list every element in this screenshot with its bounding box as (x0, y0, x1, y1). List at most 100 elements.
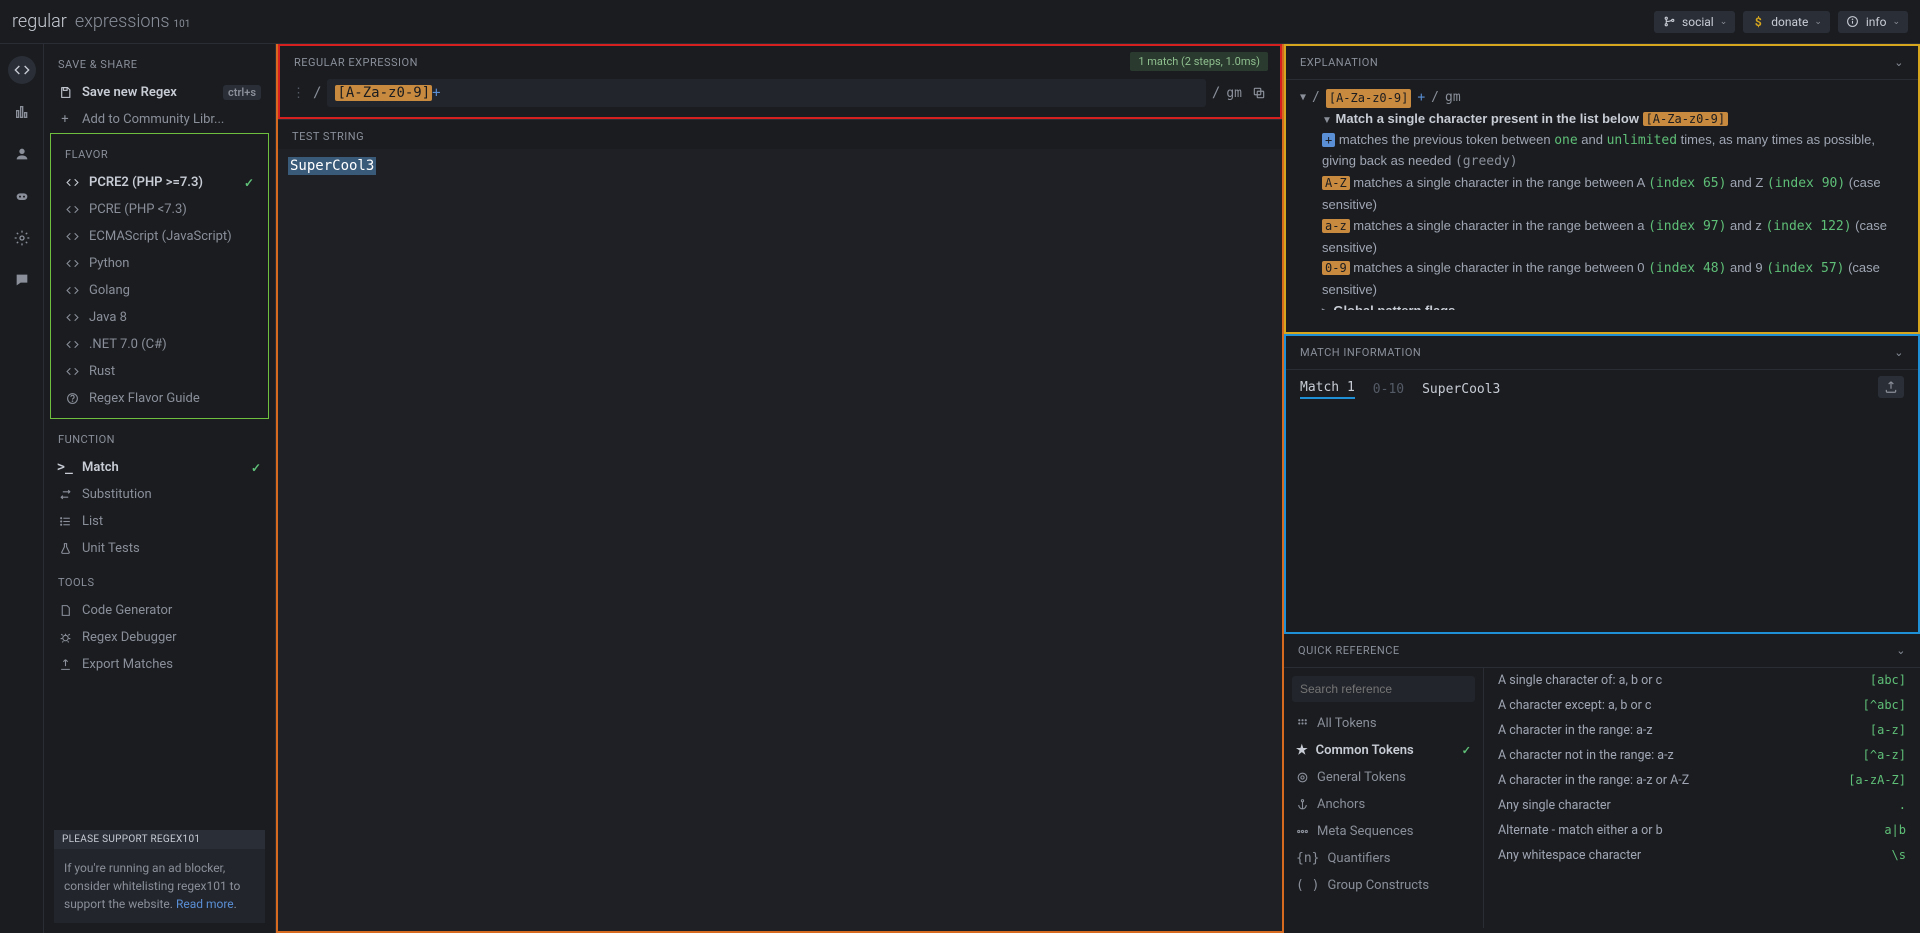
cat-label: Common Tokens (1316, 743, 1414, 758)
flavor-header: FLAVOR (51, 134, 268, 169)
quickref-cat-all-tokens[interactable]: All Tokens (1284, 710, 1483, 737)
expl-class-token: [A-Za-z0-9] (1643, 112, 1728, 126)
quickref-item[interactable]: A single character of: a, b or c[abc] (1484, 668, 1920, 693)
quickref-item[interactable]: Alternate - match either a or ba|b (1484, 818, 1920, 843)
save-item-save-new-regex[interactable]: Save new Regex ctrl+s (44, 79, 275, 106)
quickref-cat-general-tokens[interactable]: General Tokens (1284, 764, 1483, 791)
quickref-cat-quantifiers[interactable]: {n} Quantifiers (1284, 845, 1483, 872)
regex-input[interactable]: [A-Za-z0-9]+ (327, 79, 1205, 107)
qr-item-code: \s (1892, 848, 1906, 863)
quickref-item[interactable]: Any whitespace character\s (1484, 843, 1920, 868)
main-area: REGULAR EXPRESSION ⋮ / [A-Za-z0-9]+ / gm… (276, 44, 1284, 933)
regex-flags[interactable]: gm (1226, 86, 1242, 101)
match-label[interactable]: Match 1 (1300, 380, 1355, 399)
item-label: Python (89, 256, 129, 271)
explanation-range-row: 0-9 matches a single character in the ra… (1300, 258, 1904, 301)
flavor-item-python[interactable]: Python (51, 250, 268, 277)
item-label: Save new Regex (82, 85, 177, 100)
function-item-unit-tests[interactable]: Unit Tests (44, 535, 275, 562)
tools-item-code-generator[interactable]: Code Generator (44, 597, 275, 624)
tree-caret-icon[interactable]: ▼ (1300, 90, 1306, 106)
test-string-input[interactable]: SuperCool3 (278, 149, 1282, 931)
flavor-item-ecmascript-javascript-[interactable]: ECMAScript (JavaScript) (51, 223, 268, 250)
flavor-item-rust[interactable]: Rust (51, 358, 268, 385)
explanation-collapse-icon[interactable]: ⌄ (1894, 56, 1904, 69)
match-info-collapse-icon[interactable]: ⌄ (1894, 346, 1904, 359)
function-item-list[interactable]: List (44, 508, 275, 535)
cat-label: Meta Sequences (1317, 824, 1413, 839)
cat-label: General Tokens (1317, 770, 1406, 785)
item-label: Rust (89, 364, 115, 379)
site-logo[interactable]: regular expressions 101 (12, 11, 190, 32)
copy-icon[interactable] (1248, 82, 1270, 104)
expl-plus-and: and (1578, 132, 1607, 147)
support-box: PLEASE SUPPORT REGEX101 If you're runnin… (54, 830, 265, 923)
quickref-item[interactable]: A character not in the range: a-z[^a-z] (1484, 743, 1920, 768)
iconbar-settings[interactable] (8, 224, 36, 252)
quickref-cat-group-constructs[interactable]: ( )Group Constructs (1284, 872, 1483, 899)
qr-item-label: A character in the range: a-z or A-Z (1498, 773, 1689, 788)
qr-item-code: . (1899, 798, 1906, 813)
dollar-icon: $ (1751, 15, 1765, 29)
flavor-item-pcre-php-7-3-[interactable]: PCRE (PHP <7.3) (51, 196, 268, 223)
iconbar-editor[interactable] (8, 56, 36, 84)
anchor-icon (1296, 798, 1309, 811)
export-matches-icon[interactable] (1878, 376, 1904, 398)
chevron-down-icon: ⌄ (1720, 17, 1728, 27)
social-dropdown[interactable]: social⌄ (1654, 11, 1735, 33)
save-item-add-to-community-libr-[interactable]: +Add to Community Libr... (44, 106, 275, 133)
flavor-item-regex-flavor-guide[interactable]: Regex Flavor Guide (51, 385, 268, 412)
tools-header: TOOLS (44, 562, 275, 597)
donate-dropdown[interactable]: $ donate ⌄ (1743, 11, 1830, 33)
info-dropdown[interactable]: info⌄ (1838, 11, 1908, 33)
range-token: A-Z (1322, 176, 1350, 190)
flavor-item-golang[interactable]: Golang (51, 277, 268, 304)
tools-item-export-matches[interactable]: Export Matches (44, 651, 275, 678)
quant-icon: {n} (1296, 851, 1319, 866)
range-token: 0-9 (1322, 261, 1350, 275)
function-item-match[interactable]: >_Match✓ (44, 454, 275, 481)
iconbar-chat[interactable] (8, 266, 36, 294)
quickref-collapse-icon[interactable]: ⌄ (1896, 644, 1906, 657)
expl-plus-one: one (1554, 133, 1577, 148)
quickref-panel: QUICK REFERENCE ⌄ All Tokens★Common Toke… (1284, 634, 1920, 933)
iconbar-library[interactable] (8, 98, 36, 126)
quickref-search-input[interactable] (1292, 676, 1475, 702)
expl-plus-unl: unlimited (1607, 133, 1677, 148)
explanation-range-row: a-z matches a single character in the ra… (1300, 216, 1904, 259)
flavor-item--net-7-0-c-[interactable]: .NET 7.0 (C#) (51, 331, 268, 358)
grip-icon[interactable]: ⋮ (290, 86, 307, 101)
function-item-substitution[interactable]: Substitution (44, 481, 275, 508)
support-link[interactable]: Read more (176, 897, 234, 911)
quickref-cat-common-tokens[interactable]: ★Common Tokens✓ (1284, 737, 1483, 764)
item-label: Export Matches (82, 657, 173, 672)
info-icon (1846, 15, 1860, 29)
keyboard-shortcut: ctrl+s (223, 85, 261, 100)
support-title: PLEASE SUPPORT REGEX101 (54, 830, 265, 849)
swap-icon (58, 488, 72, 502)
tools-item-regex-debugger[interactable]: Regex Debugger (44, 624, 275, 651)
logo-sub: 101 (174, 19, 191, 30)
flavor-item-java-8[interactable]: Java 8 (51, 304, 268, 331)
quickref-item[interactable]: A character in the range: a-z[a-z] (1484, 718, 1920, 743)
code-icon (65, 176, 79, 190)
grid-icon (1296, 717, 1309, 730)
chevron-down-icon: ⌄ (1814, 17, 1822, 27)
quickref-item[interactable]: A character except: a, b or c[^abc] (1484, 693, 1920, 718)
iconbar-account[interactable] (8, 140, 36, 168)
explanation-range-row: A-Z matches a single character in the ra… (1300, 173, 1904, 216)
tree-caret-icon[interactable]: ▶ (1322, 307, 1330, 310)
cat-label: Quantifiers (1327, 851, 1390, 866)
quickref-item[interactable]: A character in the range: a-z or A-Z[a-z… (1484, 768, 1920, 793)
quickref-cat-meta-sequences[interactable]: Meta Sequences (1284, 818, 1483, 845)
qr-item-code: [abc] (1870, 673, 1906, 688)
quickref-cat-anchors[interactable]: Anchors (1284, 791, 1483, 818)
quickref-item[interactable]: Any single character. (1484, 793, 1920, 818)
item-label: Match (82, 460, 119, 475)
item-label: Unit Tests (82, 541, 140, 556)
iconbar-quiz[interactable] (8, 182, 36, 210)
item-label: .NET 7.0 (C#) (89, 337, 167, 352)
tree-caret-icon[interactable]: ▼ (1322, 115, 1332, 126)
hdr-label: donate (1771, 15, 1808, 29)
flavor-item-pcre2-php-7-3-[interactable]: PCRE2 (PHP >=7.3)✓ (51, 169, 268, 196)
